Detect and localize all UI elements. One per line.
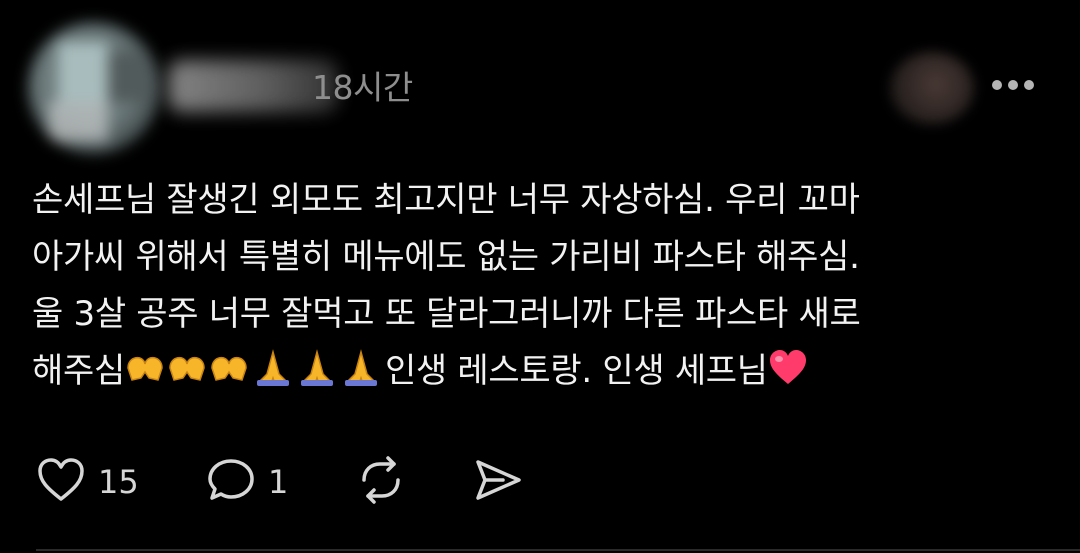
post-text-segment: 인생 레스토랑. 인생 세프님 bbox=[384, 351, 768, 391]
reply-count: 1 bbox=[268, 463, 289, 501]
like-button[interactable]: 15 bbox=[36, 456, 139, 508]
post-text-line: 아가씨 위해서 특별히 메뉴에도 없는 가리비 파스타 해주심. bbox=[32, 237, 860, 277]
post-text-segment: 해주심 bbox=[32, 351, 125, 391]
share-button[interactable] bbox=[473, 456, 523, 508]
author-avatar[interactable] bbox=[28, 22, 160, 154]
reply-avatar[interactable] bbox=[890, 52, 974, 124]
speech-bubble-icon bbox=[206, 456, 256, 508]
heart-hands-emoji-icon bbox=[125, 348, 253, 406]
repost-arrows-icon bbox=[356, 456, 406, 508]
repost-button[interactable] bbox=[356, 456, 406, 508]
more-options-icon[interactable] bbox=[992, 78, 1036, 92]
like-count: 15 bbox=[98, 463, 139, 501]
send-icon bbox=[473, 456, 523, 508]
post-text-line: 울 3살 공주 너무 잘먹고 또 달라그러니까 다른 파스타 새로 bbox=[32, 294, 861, 334]
folded-hands-emoji-icon bbox=[253, 348, 385, 406]
post-text-line: 손세프님 잘생긴 외모도 최고지만 너무 자상하심. 우리 꼬마 bbox=[32, 180, 860, 220]
post-timestamp: 18시간 bbox=[312, 68, 413, 107]
post-text-line-last: 해주심 인생 레스토랑. 인생 세프님 bbox=[32, 343, 1062, 406]
post-text: 손세프님 잘생긴 외모도 최고지만 너무 자상하심. 우리 꼬마 아가씨 위해서… bbox=[32, 172, 1062, 406]
reply-button[interactable]: 1 bbox=[206, 456, 288, 508]
heart-outline-icon bbox=[36, 456, 86, 508]
post-divider bbox=[36, 549, 1080, 551]
red-heart-emoji-icon bbox=[768, 348, 808, 406]
